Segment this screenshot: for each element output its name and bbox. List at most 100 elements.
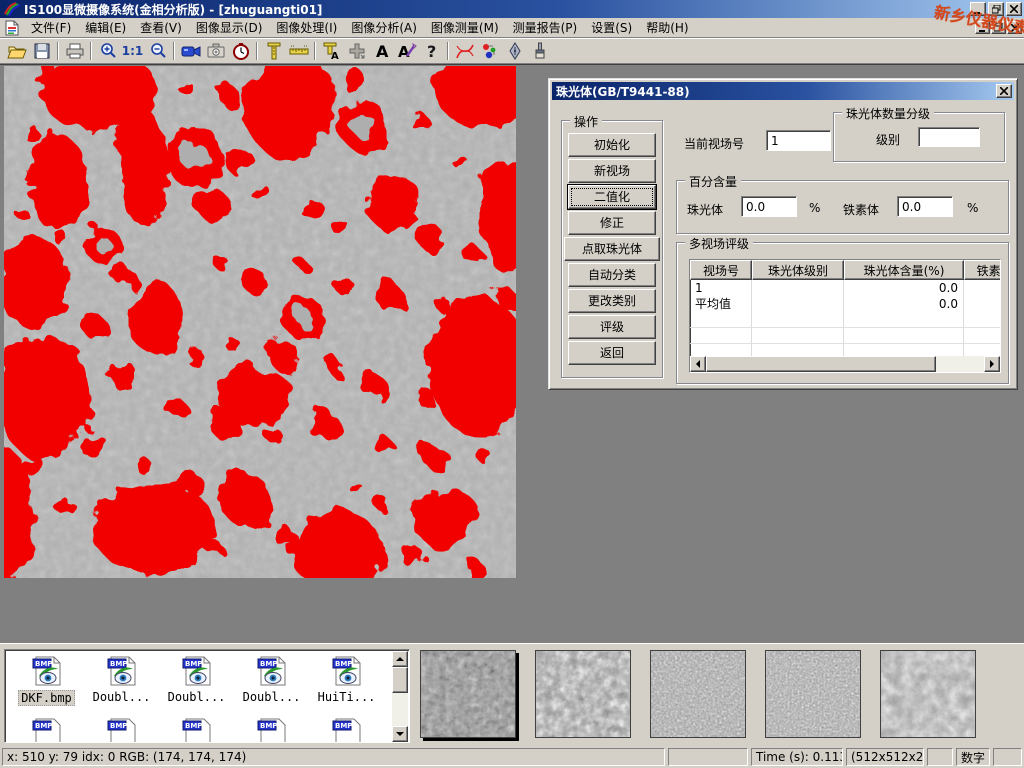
- menu-file[interactable]: 文件(F): [24, 17, 78, 38]
- status-bar: x: 510 y: 79 idx: 0 RGB: (174, 174, 174)…: [0, 746, 1024, 768]
- thumbnail-image: [651, 651, 745, 737]
- scroll-left-button[interactable]: [690, 356, 706, 372]
- file-list: BMP DKF.bmp BMP: [4, 649, 410, 743]
- binarize-button[interactable]: 二值化: [568, 185, 656, 209]
- menu-image-display[interactable]: 图像显示(D): [189, 17, 270, 38]
- mdi-restore-button[interactable]: [991, 21, 1006, 34]
- file-item[interactable]: BMP Doubl...: [84, 654, 159, 706]
- col-pearlite-grade[interactable]: 珠光体级别: [752, 260, 844, 280]
- pearlite-percent-sign: %: [809, 201, 820, 215]
- file-item[interactable]: BMP: [309, 716, 384, 743]
- phase-particles-button[interactable]: [477, 40, 502, 62]
- table-row[interactable]: 平均值 0.0: [690, 296, 1001, 312]
- new-field-button[interactable]: 新视场: [568, 159, 656, 183]
- ferrite-label: 铁素体: [843, 201, 879, 218]
- svg-text:A: A: [331, 51, 339, 60]
- open-button[interactable]: [4, 40, 29, 62]
- menu-image-process[interactable]: 图像处理(I): [269, 17, 344, 38]
- menu-image-analysis[interactable]: 图像分析(A): [344, 17, 424, 38]
- return-button[interactable]: 返回: [568, 341, 656, 365]
- grade-input[interactable]: [918, 127, 980, 147]
- rate-button[interactable]: 评级: [568, 315, 656, 339]
- mode-indicator: 数字: [956, 748, 990, 766]
- col-ferrite-content[interactable]: 铁素体含量(%): [964, 260, 1001, 280]
- video-capture-button[interactable]: [178, 40, 203, 62]
- file-item[interactable]: BMP: [9, 716, 84, 743]
- file-list-scrollbar[interactable]: [392, 651, 408, 742]
- scroll-thumb[interactable]: [392, 667, 408, 693]
- metallograph-image[interactable]: [4, 66, 516, 578]
- scroll-thumb[interactable]: [706, 356, 936, 372]
- mdi-minimize-button[interactable]: [975, 21, 990, 34]
- col-field-number[interactable]: 视场号: [690, 260, 752, 280]
- status-empty-segment: [927, 748, 953, 766]
- file-item[interactable]: BMP Doubl...: [234, 654, 309, 706]
- caliper-icon: [265, 42, 283, 60]
- thumbnail-1[interactable]: [420, 650, 516, 738]
- file-item[interactable]: BMP: [234, 716, 309, 743]
- mdi-close-button[interactable]: [1007, 21, 1022, 34]
- file-item[interactable]: BMP DKF.bmp: [9, 654, 84, 706]
- actual-size-button[interactable]: 1:1: [120, 40, 145, 62]
- print-button[interactable]: [62, 40, 87, 62]
- text-button[interactable]: A: [369, 40, 394, 62]
- pick-pearlite-button[interactable]: 点取珠光体: [564, 237, 660, 261]
- curve-measure-button[interactable]: [452, 40, 477, 62]
- thumbnail-4[interactable]: [765, 650, 861, 738]
- menu-settings[interactable]: 设置(S): [584, 17, 639, 38]
- save-button[interactable]: [29, 40, 54, 62]
- current-field-input[interactable]: [766, 130, 831, 151]
- scroll-up-button[interactable]: [392, 651, 408, 667]
- ruler-button[interactable]: [286, 40, 311, 62]
- file-item[interactable]: BMP HuiTi...: [309, 654, 384, 706]
- table-empty-row: [690, 328, 1001, 344]
- camera-button[interactable]: [203, 40, 228, 62]
- menu-image-measure[interactable]: 图像测量(M): [424, 17, 506, 38]
- toolbar-separator: [314, 42, 316, 60]
- col-pearlite-content[interactable]: 珠光体含量(%): [844, 260, 964, 280]
- cell-content: 0.0: [844, 296, 964, 312]
- init-button[interactable]: 初始化: [568, 133, 656, 157]
- timer-button[interactable]: [228, 40, 253, 62]
- thumbnail-3[interactable]: [650, 650, 746, 738]
- pen-icon: [507, 42, 523, 60]
- menu-edit[interactable]: 编辑(E): [78, 17, 133, 38]
- thumbnail-2[interactable]: [535, 650, 631, 738]
- ferrite-percent-input[interactable]: [897, 196, 953, 217]
- help-button[interactable]: ?: [419, 40, 444, 62]
- dialog-title-bar[interactable]: 珠光体(GB/T9441-88): [552, 82, 1014, 100]
- zoom-out-button[interactable]: [145, 40, 170, 62]
- minimize-button[interactable]: [970, 2, 986, 16]
- pearlite-percent-input[interactable]: [741, 196, 797, 217]
- measure-text-button[interactable]: A: [319, 40, 344, 62]
- menu-report[interactable]: 测量报告(P): [506, 17, 585, 38]
- table-horizontal-scrollbar[interactable]: [690, 356, 1000, 372]
- file-name: DKF.bmp: [18, 690, 75, 706]
- pen-button[interactable]: [502, 40, 527, 62]
- dialog-close-button[interactable]: [996, 84, 1012, 98]
- file-item[interactable]: BMP: [84, 716, 159, 743]
- move-button[interactable]: [344, 40, 369, 62]
- file-item[interactable]: BMP Doubl...: [159, 654, 234, 706]
- bmp-file-icon: BMP: [256, 654, 288, 688]
- rating-table: 视场号 珠光体级别 珠光体含量(%) 铁素体含量(%) 1 0.0: [689, 259, 1001, 373]
- table-row[interactable]: 1 0.0: [690, 280, 1001, 296]
- close-button[interactable]: [1006, 2, 1022, 16]
- correct-button[interactable]: 修正: [568, 211, 656, 235]
- scroll-right-button[interactable]: [984, 356, 1000, 372]
- menu-help[interactable]: 帮助(H): [639, 17, 695, 38]
- file-item[interactable]: BMP: [159, 716, 234, 743]
- scroll-down-button[interactable]: [392, 726, 408, 742]
- thumbnail-5[interactable]: [880, 650, 976, 738]
- annotate-button[interactable]: A: [394, 40, 419, 62]
- caliper-button[interactable]: [261, 40, 286, 62]
- brush-button[interactable]: [527, 40, 552, 62]
- zoom-in-button[interactable]: [95, 40, 120, 62]
- menu-view[interactable]: 查看(V): [133, 17, 189, 38]
- cursor-position-readout: x: 510 y: 79 idx: 0 RGB: (174, 174, 174): [2, 748, 665, 766]
- restore-button[interactable]: [988, 2, 1004, 16]
- file-row: BMP DKF.bmp BMP: [5, 650, 409, 706]
- change-class-button[interactable]: 更改类别: [568, 289, 656, 313]
- auto-classify-button[interactable]: 自动分类: [568, 263, 656, 287]
- processing-time-readout: Time (s): 0.113: [751, 748, 843, 766]
